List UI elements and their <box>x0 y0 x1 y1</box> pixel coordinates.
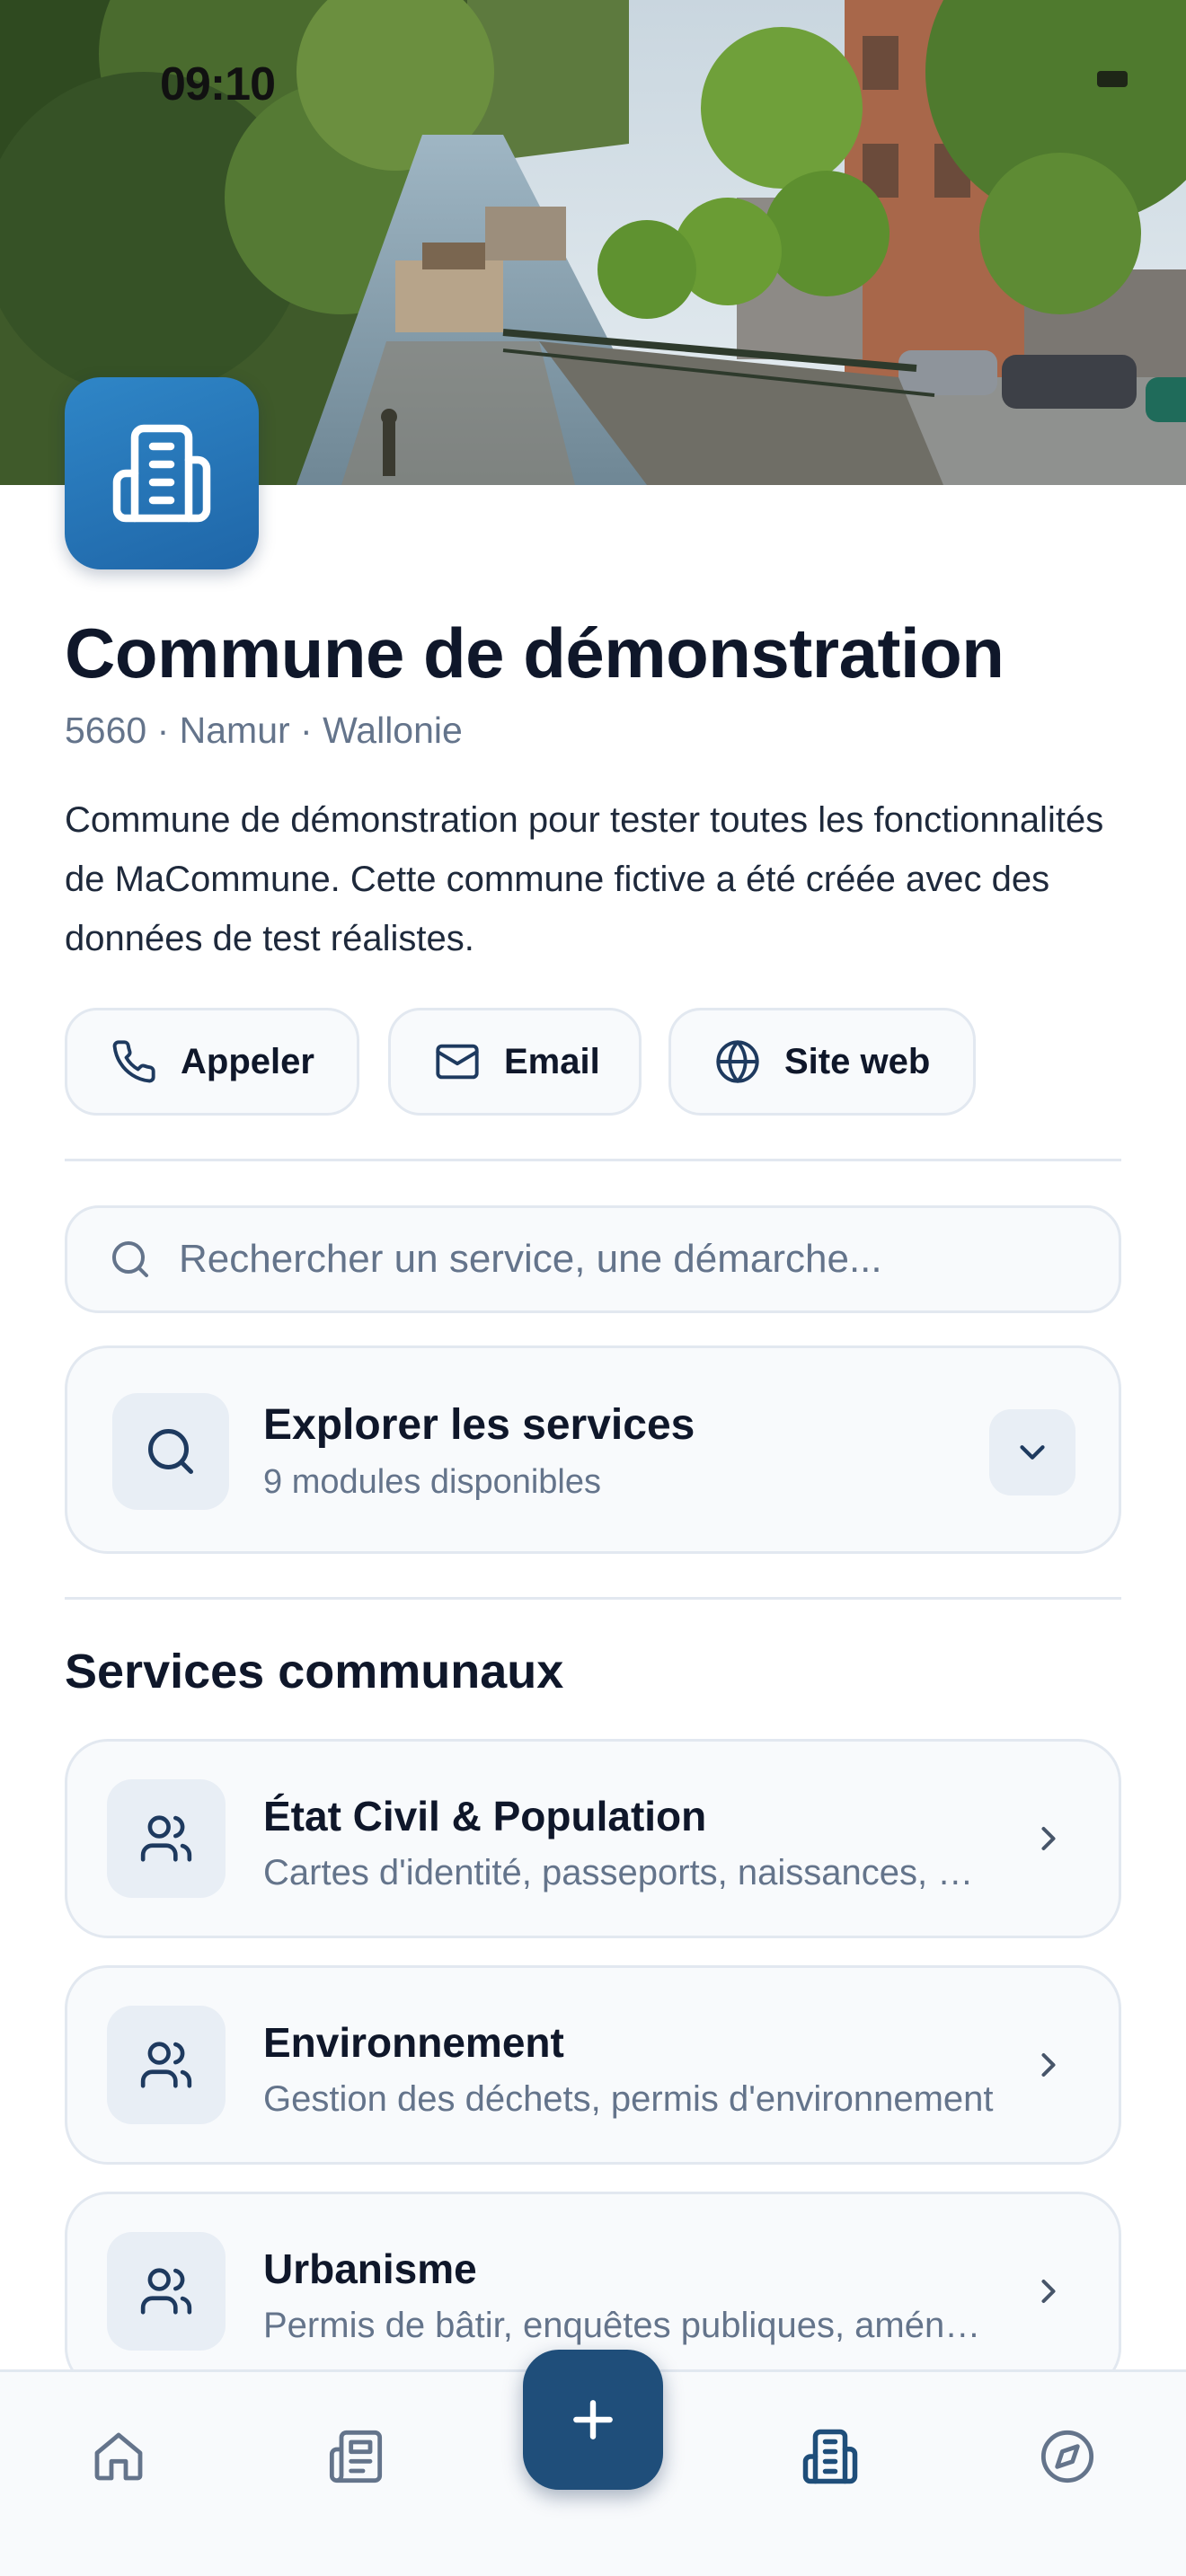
compass-icon <box>1040 2430 1094 2483</box>
news-icon <box>329 2430 383 2483</box>
users-icon <box>140 1815 192 1862</box>
search-bar[interactable] <box>65 1205 1121 1313</box>
add-icon <box>573 2400 613 2439</box>
service-icon-tile <box>107 1779 226 1898</box>
explore-subtitle: 9 modules disponibles <box>263 1463 602 1501</box>
section-title: Services communaux <box>65 1645 564 1698</box>
nav-commune[interactable] <box>794 2421 866 2492</box>
users-icon <box>140 2268 192 2315</box>
page-title: Commune de démonstration <box>65 613 1005 693</box>
building-icon <box>112 424 211 523</box>
service-card[interactable]: État Civil & Population Cartes d'identit… <box>65 1739 1121 1938</box>
service-subtitle: Permis de bâtir, enquêtes publiques, amé… <box>263 2306 1000 2345</box>
service-title: Urbanisme <box>263 2245 477 2292</box>
globe-icon <box>716 1040 759 1083</box>
service-icon-tile <box>107 2232 226 2351</box>
home-icon <box>94 2432 143 2481</box>
service-subtitle: Gestion des déchets, permis d'environnem… <box>263 2079 994 2119</box>
mail-icon <box>436 1044 479 1080</box>
chevron-right-icon <box>1041 2279 1056 2304</box>
email-button[interactable]: Email <box>388 1008 642 1116</box>
website-button-label: Site web <box>784 1041 931 1081</box>
divider <box>65 1159 1121 1161</box>
phone-icon <box>112 1040 155 1083</box>
chevron-right-icon <box>1041 1826 1056 1851</box>
commune-logo <box>65 377 259 569</box>
users-icon <box>140 2042 192 2088</box>
battery-icon <box>1096 70 1132 88</box>
explore-title: Explorer les services <box>263 1401 695 1449</box>
search-icon <box>148 1429 193 1474</box>
explore-icon-tile <box>112 1393 229 1510</box>
commune-location: 5660 · Namur · Wallonie <box>65 710 463 751</box>
service-card[interactable]: Environnement Gestion des déchets, permi… <box>65 1965 1121 2165</box>
nav-news[interactable] <box>320 2421 392 2492</box>
commune-description: Commune de démonstration pour tester tou… <box>65 800 1104 958</box>
call-button[interactable]: Appeler <box>65 1008 359 1116</box>
call-button-label: Appeler <box>181 1041 314 1081</box>
expand-toggle[interactable] <box>989 1409 1075 1495</box>
building-icon <box>802 2429 858 2484</box>
nav-explore[interactable] <box>1031 2421 1103 2492</box>
nav-home[interactable] <box>83 2421 155 2492</box>
divider <box>65 1597 1121 1600</box>
service-title: Environnement <box>263 2019 564 2066</box>
search-input[interactable] <box>179 1237 1077 1282</box>
chevron-down-icon <box>1020 1445 1045 1460</box>
service-subtitle: Cartes d'identité, passeports, naissance… <box>263 1853 1000 1892</box>
search-icon <box>112 1241 148 1277</box>
email-button-label: Email <box>504 1041 600 1081</box>
service-icon-tile <box>107 2006 226 2124</box>
service-title: État Civil & Population <box>263 1793 707 1839</box>
add-button[interactable] <box>523 2350 663 2490</box>
website-button[interactable]: Site web <box>668 1008 976 1116</box>
explore-services-card[interactable]: Explorer les services 9 modules disponib… <box>65 1345 1121 1554</box>
chevron-right-icon <box>1041 2052 1056 2078</box>
status-bar-time: 09:10 <box>160 58 276 110</box>
